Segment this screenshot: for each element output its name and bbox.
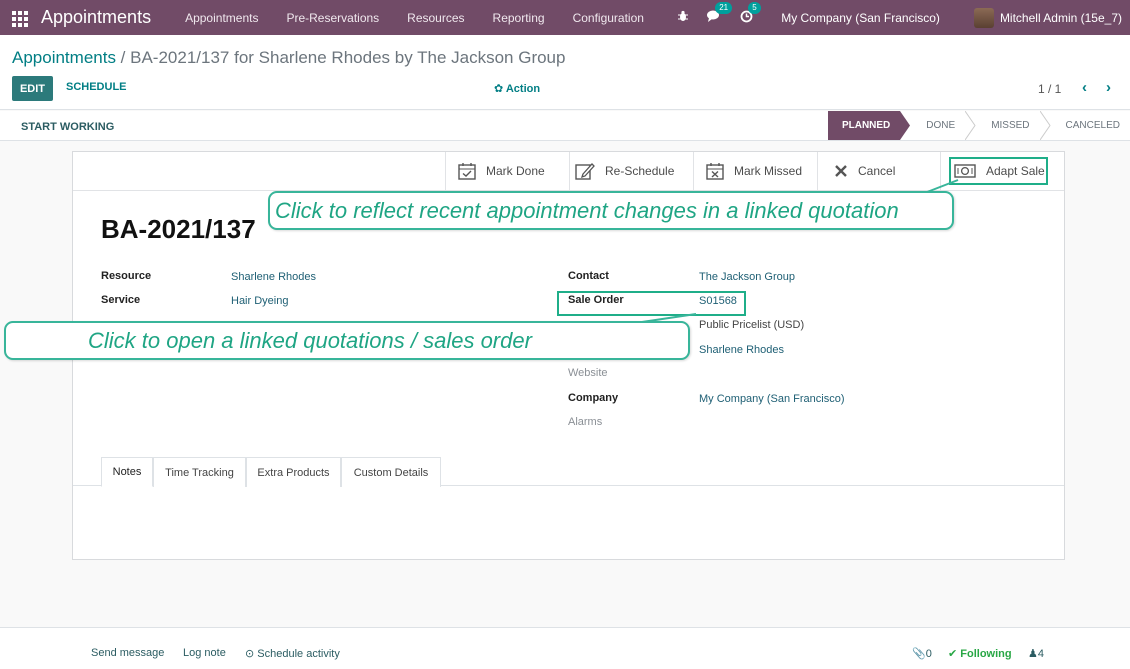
resource-label: Resource <box>101 270 152 282</box>
menu-item-configuration[interactable]: Configuration <box>559 11 658 25</box>
stage-pipeline: PLANNED DONE MISSED CANCELED <box>827 111 1130 140</box>
pager-previous-icon[interactable]: ‹ <box>1082 79 1087 96</box>
app-brand[interactable]: Appointments <box>41 7 151 28</box>
mark-missed-button[interactable]: Mark Missed <box>693 152 817 190</box>
user-menu[interactable]: Mitchell Admin (15e_7) <box>1000 11 1122 25</box>
breadcrumb: Appointments / BA-2021/137 for Sharlene … <box>12 48 565 68</box>
pricelist-field[interactable]: Public Pricelist (USD) <box>699 319 804 331</box>
reschedule-button[interactable]: Re-Schedule <box>569 152 693 190</box>
followers-button[interactable]: ♟4 <box>1028 647 1044 660</box>
company-label: Company <box>568 392 619 404</box>
statusbar: START WORKING PLANNED DONE MISSED CANCEL… <box>0 111 1130 141</box>
attachments-count: 0 <box>925 648 932 660</box>
breadcrumb-parent[interactable]: Appointments <box>12 48 116 67</box>
attachments-button[interactable]: 📎0 <box>912 647 932 660</box>
edit-icon <box>575 163 595 180</box>
contact-label: Contact <box>568 270 609 282</box>
activities-badge: 5 <box>748 1 761 14</box>
chatter-topbar: Send message Log note ⊙ Schedule activit… <box>0 627 1130 669</box>
messages-badge: 21 <box>715 2 733 14</box>
pager-value[interactable]: 1 / 1 <box>1038 82 1061 96</box>
user-avatar[interactable] <box>973 7 994 28</box>
following-button[interactable]: ✔ Following <box>948 647 1012 660</box>
tab-notes[interactable]: Notes <box>101 457 153 487</box>
cancel-label: Cancel <box>858 164 896 178</box>
stage-arrow-icon <box>965 111 976 140</box>
website-label: Website <box>568 367 608 379</box>
breadcrumb-current: BA-2021/137 for Sharlene Rhodes by The J… <box>130 48 566 67</box>
stage-arrow-icon <box>900 111 911 140</box>
calendar-check-icon <box>458 163 476 180</box>
service-label: Service <box>101 294 141 306</box>
adapt-sale-callout: Click to reflect recent appointment chan… <box>268 191 954 230</box>
smart-button-box: Mark Done Re-Schedule Mark Missed Cancel… <box>73 152 1064 191</box>
schedule-button[interactable]: SCHEDULE <box>66 81 127 93</box>
breadcrumb-separator: / <box>115 48 131 67</box>
log-note-button[interactable]: Log note <box>183 647 226 659</box>
mark-missed-label: Mark Missed <box>734 164 803 178</box>
stage-planned[interactable]: PLANNED <box>827 111 901 140</box>
service-field[interactable]: Hair Dyeing <box>231 295 288 307</box>
reschedule-label: Re-Schedule <box>605 164 675 178</box>
control-panel: Appointments / BA-2021/137 for Sharlene … <box>0 35 1130 110</box>
main-menu: Appointments Pre-Reservations Resources … <box>171 11 658 25</box>
mark-done-button[interactable]: Mark Done <box>445 152 569 190</box>
tab-custom-details[interactable]: Custom Details <box>341 457 441 487</box>
company-field[interactable]: My Company (San Francisco) <box>699 393 845 405</box>
stage-done[interactable]: DONE <box>912 111 965 140</box>
action-menu-button[interactable]: ✿ Action <box>494 82 540 95</box>
calendar-times-icon <box>706 163 724 180</box>
stage-arrow-icon <box>1039 111 1051 140</box>
menu-item-pre-reservations[interactable]: Pre-Reservations <box>272 11 393 25</box>
schedule-activity-button[interactable]: ⊙ Schedule activity <box>245 647 340 660</box>
stage-canceled[interactable]: CANCELED <box>1052 111 1130 140</box>
menu-item-appointments[interactable]: Appointments <box>171 11 272 25</box>
navbar-systray: 21 5 My Company (San Francisco) Mitchell… <box>677 0 1130 35</box>
close-icon <box>835 165 847 177</box>
mark-done-label: Mark Done <box>486 164 545 178</box>
pager-next-icon[interactable]: › <box>1106 79 1111 96</box>
top-navbar: Appointments Appointments Pre-Reservatio… <box>0 0 1130 35</box>
responsible-person-field[interactable]: Sharlene Rhodes <box>699 344 784 356</box>
followers-count: 4 <box>1037 648 1044 660</box>
resource-field[interactable]: Sharlene Rhodes <box>231 271 316 283</box>
adapt-sale-highlight <box>949 157 1048 185</box>
tab-extra-products[interactable]: Extra Products <box>246 457 341 487</box>
contact-field[interactable]: The Jackson Group <box>699 271 795 283</box>
tab-time-tracking[interactable]: Time Tracking <box>153 457 246 487</box>
stage-missed[interactable]: MISSED <box>977 111 1039 140</box>
activities-icon[interactable]: 5 <box>740 1 761 26</box>
menu-item-reporting[interactable]: Reporting <box>479 11 559 25</box>
record-title: BA-2021/137 <box>101 214 256 244</box>
paperclip-icon: 📎 <box>912 648 926 660</box>
edit-button[interactable]: EDIT <box>12 76 53 101</box>
company-switcher[interactable]: My Company (San Francisco) <box>781 11 940 25</box>
start-working-button[interactable]: START WORKING <box>21 121 114 133</box>
send-message-button[interactable]: Send message <box>91 647 164 659</box>
notebook-tabs: Notes Time Tracking Extra Products Custo… <box>73 456 1064 487</box>
sale-order-callout: Click to open a linked quotations / sale… <box>4 321 690 360</box>
alarms-label: Alarms <box>568 416 603 428</box>
menu-item-resources[interactable]: Resources <box>393 11 478 25</box>
bug-icon[interactable] <box>677 10 689 25</box>
messages-icon[interactable]: 21 <box>707 2 733 25</box>
apps-grid-icon[interactable] <box>12 10 28 27</box>
user-icon: ♟ <box>1028 648 1038 660</box>
